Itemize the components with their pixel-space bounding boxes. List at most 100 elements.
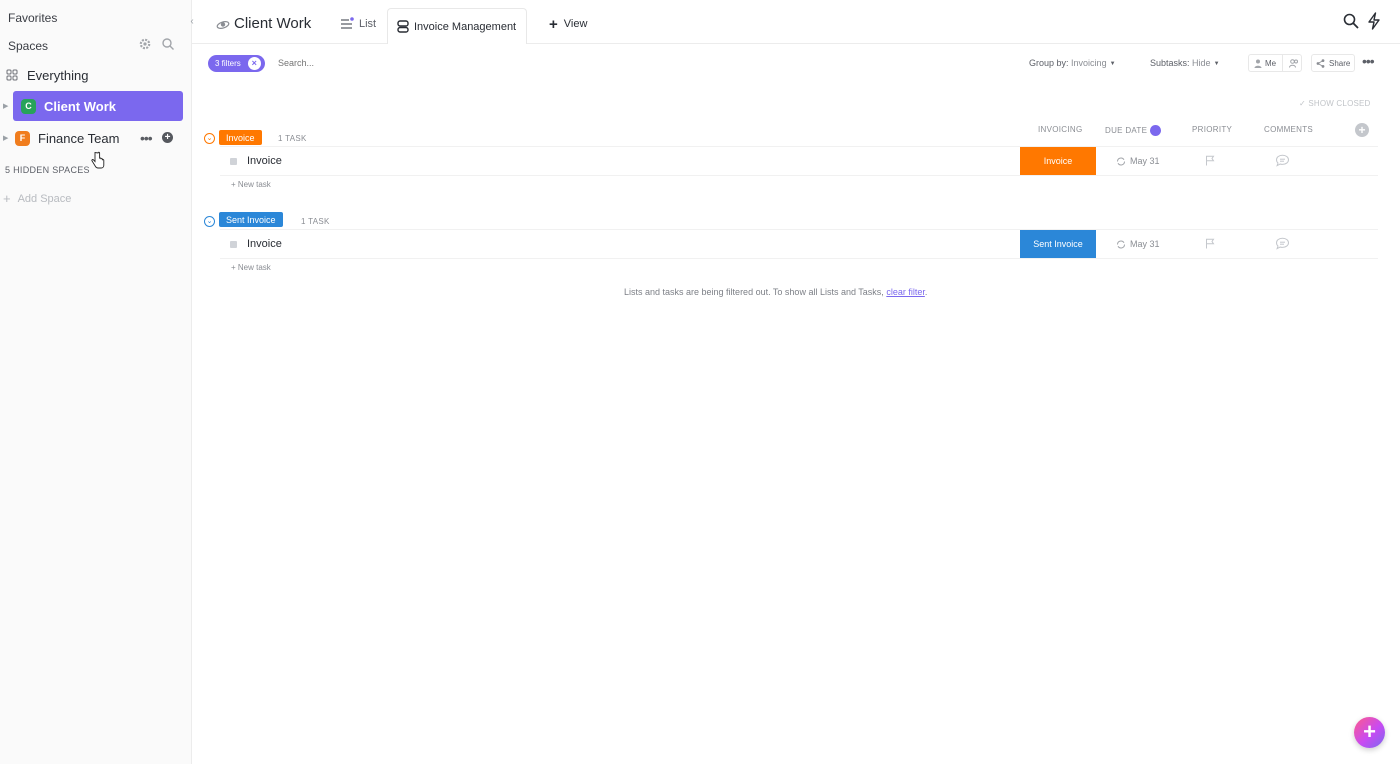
sidebar-item-label: Everything bbox=[27, 67, 89, 83]
sidebar: Favorites ‹ Spaces Everything ▶ C Client… bbox=[0, 0, 194, 764]
spaces-header[interactable]: Spaces bbox=[8, 39, 48, 53]
table-row[interactable]: Invoice Invoice May 31 bbox=[220, 146, 1378, 176]
filters-chip-label: 3 filters bbox=[215, 59, 241, 68]
new-task-button[interactable]: + New task bbox=[231, 263, 271, 272]
favorites-header[interactable]: Favorites bbox=[8, 11, 57, 25]
due-date-value: May 31 bbox=[1130, 156, 1160, 166]
collapse-group-icon[interactable]: ⌄ bbox=[204, 216, 215, 227]
new-task-button[interactable]: + New task bbox=[231, 180, 271, 189]
search-icon[interactable] bbox=[1343, 13, 1359, 29]
search-input[interactable] bbox=[278, 58, 428, 68]
space-avatar: F bbox=[15, 130, 30, 146]
group-task-count: 1 TASK bbox=[278, 134, 307, 143]
share-button[interactable]: Share bbox=[1311, 54, 1355, 72]
subtasks-dropdown[interactable]: Subtasks: Hide ▼ bbox=[1150, 58, 1220, 68]
share-label: Share bbox=[1329, 58, 1351, 68]
expand-caret-icon[interactable]: ▶ bbox=[3, 134, 11, 142]
space-icon bbox=[216, 20, 230, 29]
group-task-count: 1 TASK bbox=[301, 217, 330, 226]
plus-icon: + bbox=[3, 191, 11, 206]
sidebar-item-label: Client Work bbox=[44, 98, 116, 114]
chevron-down-icon: ▼ bbox=[1213, 61, 1220, 67]
tab-invoice-management[interactable]: Invoice Management bbox=[387, 8, 528, 44]
recurring-icon bbox=[1117, 240, 1125, 248]
column-header-label: DUE DATE bbox=[1105, 126, 1148, 135]
subtasks-value: Hide bbox=[1192, 58, 1211, 68]
group-status-tag[interactable]: Sent Invoice bbox=[219, 212, 283, 227]
grid-icon bbox=[6, 69, 18, 81]
gear-icon[interactable] bbox=[138, 37, 152, 51]
due-date-cell[interactable]: May 31 bbox=[1116, 156, 1160, 166]
me-filter-button[interactable]: Me bbox=[1248, 54, 1302, 72]
plus-icon: + bbox=[549, 15, 558, 33]
clear-filter-link[interactable]: clear filter bbox=[886, 287, 925, 297]
due-date-value: May 31 bbox=[1130, 239, 1160, 249]
show-closed-toggle[interactable]: ✓ SHOW CLOSED bbox=[1299, 99, 1371, 108]
page-title: Client Work bbox=[234, 15, 312, 32]
add-view-button[interactable]: + View bbox=[549, 8, 587, 40]
add-icon[interactable]: + bbox=[162, 132, 173, 143]
filters-chip[interactable]: 3 filters × bbox=[208, 55, 265, 72]
priority-flag-icon[interactable] bbox=[1205, 155, 1215, 166]
table-row[interactable]: Invoice Sent Invoice May 31 bbox=[220, 229, 1378, 259]
tab-label: Invoice Management bbox=[414, 20, 517, 33]
app: Favorites ‹ Spaces Everything ▶ C Client… bbox=[0, 0, 1400, 764]
group-by-dropdown[interactable]: Group by: Invoicing ▼ bbox=[1029, 58, 1116, 68]
priority-flag-icon[interactable] bbox=[1205, 238, 1215, 249]
sidebar-item-everything[interactable]: Everything bbox=[6, 64, 184, 86]
space-avatar: C bbox=[21, 98, 36, 114]
column-header-invoicing[interactable]: INVOICING bbox=[1038, 125, 1082, 134]
period: . bbox=[924, 287, 928, 297]
main-content: Client Work List Invoice Management + Vi… bbox=[192, 0, 1400, 764]
recurring-icon bbox=[1117, 157, 1125, 165]
add-column-icon[interactable]: + bbox=[1355, 123, 1369, 137]
add-view-label: View bbox=[563, 18, 588, 30]
sidebar-item-client-work[interactable]: ▶ C Client Work bbox=[3, 91, 185, 121]
comment-icon[interactable] bbox=[1275, 154, 1290, 167]
breadcrumb[interactable]: Client Work bbox=[216, 15, 311, 32]
status-square-icon[interactable] bbox=[230, 241, 237, 248]
search-icon[interactable] bbox=[161, 37, 175, 51]
sort-icon[interactable] bbox=[1150, 125, 1162, 136]
group-status-tag[interactable]: Invoice bbox=[219, 130, 262, 145]
divider bbox=[1282, 54, 1284, 72]
group-by-value: Invoicing bbox=[1071, 58, 1107, 68]
create-button[interactable]: + bbox=[1354, 717, 1385, 748]
filter-notice-text: Lists and tasks are being filtered out. … bbox=[624, 287, 884, 297]
due-date-cell[interactable]: May 31 bbox=[1116, 239, 1160, 249]
group-by-label: Group by: bbox=[1029, 58, 1069, 68]
clear-filters-icon[interactable]: × bbox=[247, 57, 261, 70]
more-options-icon[interactable]: ••• bbox=[1362, 53, 1375, 69]
hand-cursor-icon bbox=[91, 151, 105, 169]
add-space-button[interactable]: + Add Space bbox=[3, 191, 71, 206]
hidden-spaces-link[interactable]: 5 HIDDEN SPACES bbox=[5, 165, 90, 175]
tab-list[interactable]: List bbox=[340, 8, 376, 40]
user-icon bbox=[1254, 59, 1262, 68]
column-header-priority[interactable]: PRIORITY bbox=[1192, 125, 1232, 134]
users-icon[interactable] bbox=[1289, 58, 1299, 68]
tab-label: List bbox=[359, 18, 377, 30]
invoicing-status-cell[interactable]: Sent Invoice bbox=[1020, 230, 1096, 258]
task-name[interactable]: Invoice bbox=[247, 238, 282, 250]
invoicing-status-cell[interactable]: Invoice bbox=[1020, 147, 1096, 175]
comment-icon[interactable] bbox=[1275, 237, 1290, 250]
share-icon bbox=[1316, 58, 1325, 68]
sidebar-item-finance-team[interactable]: ▶ F Finance Team bbox=[3, 123, 185, 153]
chevron-down-icon: ▼ bbox=[1109, 61, 1116, 67]
expand-caret-icon[interactable]: ▶ bbox=[3, 102, 11, 110]
collapse-group-icon[interactable]: ⌄ bbox=[204, 133, 215, 144]
column-header-comments[interactable]: COMMENTS bbox=[1264, 125, 1313, 134]
list-icon bbox=[341, 17, 354, 29]
top-bar: Client Work List Invoice Management + Vi… bbox=[192, 0, 1400, 44]
show-closed-label: SHOW CLOSED bbox=[1308, 99, 1371, 108]
add-space-label: Add Space bbox=[17, 192, 72, 205]
subtasks-label: Subtasks: bbox=[1150, 58, 1190, 68]
me-label: Me bbox=[1265, 58, 1277, 68]
task-name[interactable]: Invoice bbox=[247, 155, 282, 167]
filter-bar: 3 filters × Group by: Invoicing▼ Subtask… bbox=[192, 52, 1400, 74]
filter-notice: Lists and tasks are being filtered out. … bbox=[624, 287, 927, 297]
lightning-icon[interactable] bbox=[1367, 12, 1381, 30]
column-header-due-date[interactable]: DUE DATE bbox=[1105, 125, 1162, 136]
more-options-icon[interactable]: ••• bbox=[140, 131, 153, 145]
status-square-icon[interactable] bbox=[230, 158, 237, 165]
